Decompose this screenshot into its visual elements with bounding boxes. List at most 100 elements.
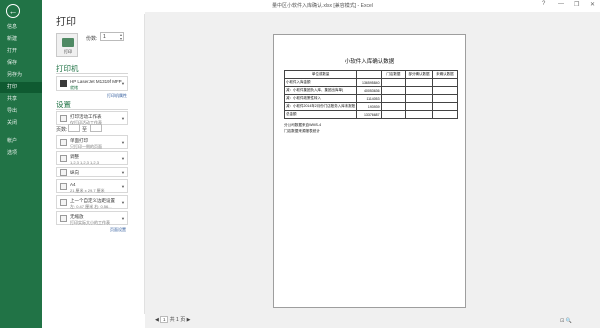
pages-from-input[interactable] [68, 124, 80, 132]
copies-label: 份数: [86, 36, 98, 42]
sides-select[interactable]: 单面打印 只打印一侧的页面 ▼ [56, 135, 128, 149]
table-row: 总金额 13376687 [283, 110, 459, 119]
preview-zoom-controls: ⊡ 🔍 [560, 318, 572, 324]
table-cell: 13376687 [356, 110, 382, 119]
scaling-select[interactable]: 无缩放 打印实际大小的工作表 ▼ [56, 211, 128, 225]
table-row: 小软件入库金额 136595840 [283, 78, 459, 87]
nav-item-account[interactable]: 帐户 [0, 136, 42, 147]
one-sided-icon [60, 139, 67, 146]
table-cell: 减：小软件政策性转入 [283, 94, 358, 103]
chevron-down-icon: ▼ [121, 81, 125, 86]
excel-print-backstage: ← 信息 新建 打开 保存 另存为 打印 共享 导出 关闭 帐户 选项 量中区小… [0, 0, 600, 328]
printer-icon [62, 38, 74, 47]
table-cell: 193939 [356, 102, 382, 111]
backstage-nav: ← 信息 新建 打开 保存 另存为 打印 共享 导出 关闭 帐户 选项 [0, 0, 42, 328]
copies-value: 1 [103, 34, 106, 40]
pages-label: 页数: [56, 127, 68, 133]
section-divider [56, 73, 128, 74]
portrait-icon [60, 169, 67, 176]
margins-icon [60, 199, 67, 206]
table-cell: 减：小软件集团负入库、集团出库单( [283, 86, 358, 95]
chevron-down-icon: ▼ [121, 156, 125, 161]
table-cell: 总金额 [283, 110, 358, 119]
option-sub: 只打印一侧的页面 [70, 144, 102, 149]
print-button-label: 打印 [64, 49, 72, 54]
nav-item-print[interactable]: 打印 [0, 82, 42, 93]
nav-item-close[interactable]: 关闭 [0, 118, 42, 129]
table-cell: 单位或数量 [283, 70, 358, 79]
prev-page-icon[interactable]: ◀ [155, 317, 159, 323]
nav-item-save-as[interactable]: 另存为 [0, 70, 42, 81]
nav-item-info[interactable]: 信息 [0, 22, 42, 33]
paper-icon [60, 183, 67, 190]
chevron-down-icon: ▼ [121, 170, 125, 175]
nav-item-options[interactable]: 选项 [0, 148, 42, 159]
sheet-icon [60, 115, 67, 122]
option-sub: 21 厘米 x 29.7 厘米 [70, 188, 105, 193]
doc-title: 小软件入库确认数据 [344, 59, 395, 65]
table-row: 单位或数量 门店数据 部分确认数据 未确认数据 [283, 70, 459, 79]
table-cell [431, 78, 459, 87]
printer-device-icon [60, 80, 67, 87]
show-margins-icon[interactable]: ⊡ [560, 318, 564, 324]
pages-to-label: 至 [82, 127, 88, 133]
nav-item-open[interactable]: 打开 [0, 46, 42, 57]
page-navigator: ◀ 1 共 1 页 ▶ [155, 316, 191, 324]
nav-item-export[interactable]: 导出 [0, 106, 42, 117]
printer-status: 就绪 [70, 85, 78, 90]
printer-properties-link[interactable]: 打印机属性 [107, 93, 127, 99]
zoom-to-page-icon[interactable]: 🔍 [566, 318, 572, 324]
nav-item-new[interactable]: 新建 [0, 34, 42, 45]
current-page-input[interactable]: 1 [160, 316, 169, 324]
page-setup-link[interactable]: 页面设置 [110, 227, 126, 233]
option-sub: 左: 0.47 厘米 右: 0.56... [70, 204, 112, 209]
table-cell [431, 94, 459, 103]
chevron-down-icon: ▼ [121, 116, 125, 121]
help-icon[interactable]: ? [542, 1, 545, 7]
close-icon[interactable]: ✕ [590, 1, 595, 8]
table-cell [405, 110, 433, 119]
table-cell [380, 102, 407, 111]
table-cell: 小软件入库金额 [283, 78, 358, 87]
pages-to-input[interactable] [90, 124, 102, 132]
table-cell [380, 94, 407, 103]
copies-input[interactable]: 1 ▴ ▾ [100, 32, 124, 41]
chevron-down-icon: ▼ [121, 200, 125, 205]
printer-name: HP LaserJet M1319f MFP [70, 79, 122, 84]
back-arrow-icon[interactable]: ← [6, 4, 20, 18]
option-main: A4 [70, 182, 76, 187]
table-cell [405, 78, 433, 87]
paper-size-select[interactable]: A4 21 厘米 x 29.7 厘米 ▼ [56, 179, 128, 193]
option-main: 纵向 [70, 170, 79, 175]
table-cell [380, 86, 407, 95]
option-sub: 1,2,3 1,2,3 1,2,3 [70, 160, 99, 165]
preview-table: 单位或数量 门店数据 部分确认数据 未确认数据 小软件入库金额 13659584… [283, 70, 459, 119]
restore-icon[interactable]: ❐ [574, 1, 579, 8]
table-cell: 未确认数据 [431, 70, 459, 79]
print-what-select[interactable]: 打印活动工作表 仅打印活动工作表 ▼ [56, 111, 128, 125]
section-divider [56, 109, 128, 110]
table-cell: 136595840 [356, 78, 382, 87]
table-row: 减：小软件政策性转入 1114053 [283, 94, 459, 103]
table-cell [380, 78, 407, 87]
margins-select[interactable]: 上一个自定义边距设置 左: 0.47 厘米 右: 0.56... ▼ [56, 195, 128, 209]
collate-select[interactable]: 调整 1,2,3 1,2,3 1,2,3 ▼ [56, 151, 128, 165]
printer-select[interactable]: HP LaserJet M1319f MFP 就绪 ▼ [56, 76, 128, 91]
table-cell: 部分确认数据 [405, 70, 433, 79]
table-cell [380, 110, 407, 119]
copies-spinner-icon[interactable]: ▴ ▾ [120, 33, 122, 41]
minimize-icon[interactable]: — [558, 1, 564, 7]
table-cell: 40053636 [356, 86, 382, 95]
nav-item-share[interactable]: 共享 [0, 94, 42, 105]
page-title: 打印 [56, 17, 76, 28]
table-cell: 门店数据 [380, 70, 407, 79]
print-button[interactable]: 打印 [56, 33, 78, 57]
orientation-select[interactable]: 纵向 ▼ [56, 167, 128, 177]
page-total: 共 1 页 [169, 317, 186, 323]
table-row: 减：小软件2014年2月份门店账务入库未报账 193939 [283, 102, 459, 111]
nav-item-save[interactable]: 保存 [0, 58, 42, 69]
next-page-icon[interactable]: ▶ [187, 317, 191, 323]
chevron-down-icon: ▼ [121, 140, 125, 145]
table-row: 减：小软件集团负入库、集团出库单( 40053636 [283, 86, 459, 95]
chevron-down-icon: ▼ [121, 184, 125, 189]
